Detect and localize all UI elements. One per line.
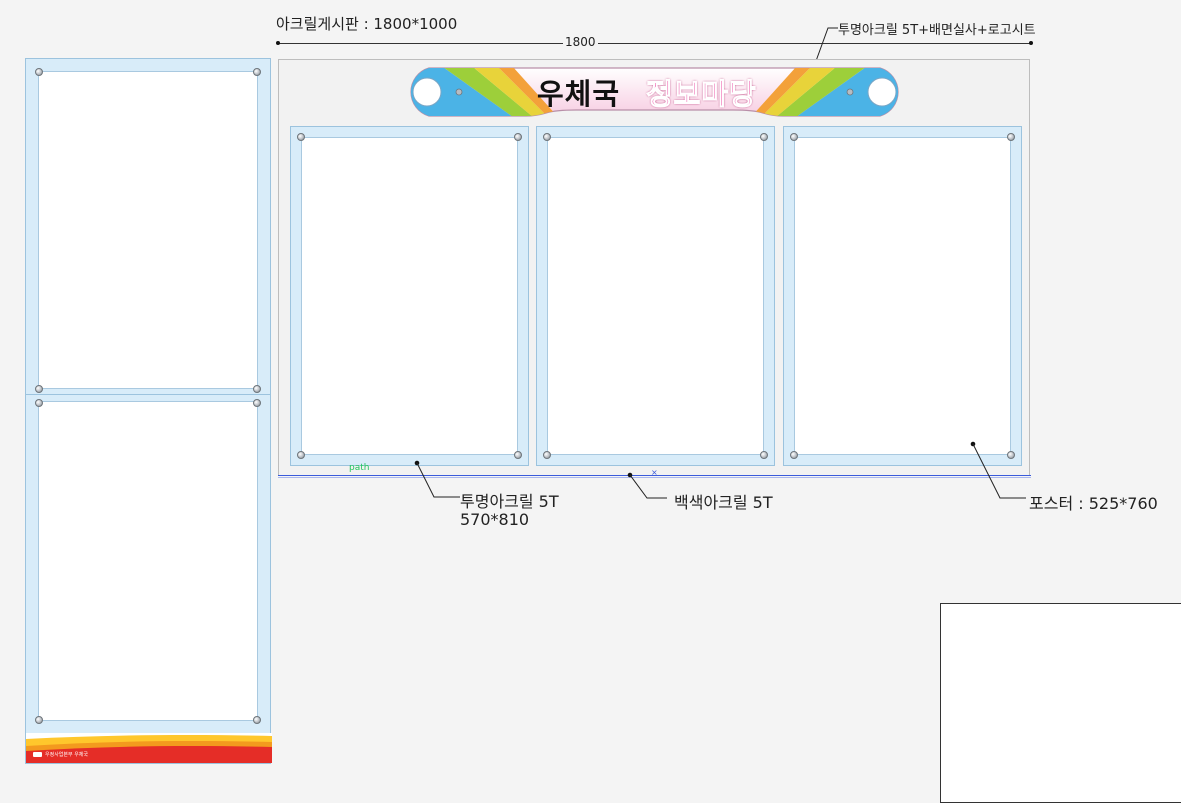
screw-icon (1007, 133, 1015, 141)
screw-icon (35, 716, 43, 724)
clear-acrylic-label: 투명아크릴 5T (460, 492, 559, 511)
screw-icon (514, 133, 522, 141)
screw-icon (790, 133, 798, 141)
poster-panel-2 (536, 126, 775, 466)
screw-icon (35, 68, 43, 76)
screw-icon (543, 133, 551, 141)
stand-divider (26, 394, 270, 395)
screw-icon (253, 385, 261, 393)
side-stand: 우정사업본부 우체국 (25, 58, 272, 764)
blank-frame (940, 603, 1181, 803)
dimension-end-dot (1029, 41, 1033, 45)
stand-lower-panel (38, 401, 258, 721)
stand-color-stripes (26, 733, 272, 763)
screw-icon (35, 399, 43, 407)
post-logo-icon (33, 752, 42, 757)
acrylic-board: 우체국 정보마당 (278, 59, 1030, 476)
screw-icon (514, 451, 522, 459)
screw-icon (297, 451, 305, 459)
white-acrylic-leader (627, 472, 667, 499)
screw-icon (790, 451, 798, 459)
sign-word-info-yard: 정보마당 (646, 77, 757, 112)
screw-icon (760, 133, 768, 141)
poster-area (794, 137, 1011, 455)
screw-icon (253, 68, 261, 76)
dimension-start-dot (276, 41, 280, 45)
stand-upper-panel (38, 71, 258, 389)
poster-panel-3 (783, 126, 1022, 466)
dimension-line (278, 43, 1031, 44)
poster-panel-1 (290, 126, 529, 466)
board-title: 아크릴게시판 : 1800*1000 (276, 15, 458, 33)
screw-icon (35, 385, 43, 393)
clear-acrylic-size: 570*810 (460, 510, 530, 529)
top-right-annotation: 투명아크릴 5T+배면실사+로고시트 (838, 23, 1036, 38)
clear-acrylic-leader (414, 460, 460, 498)
poster-area (547, 137, 764, 455)
screw-icon (253, 399, 261, 407)
poster-label: 포스터 : 525*760 (1029, 494, 1158, 513)
path-tag: path (349, 463, 370, 473)
sign-word-post-office: 우체국 (537, 77, 621, 111)
stand-logo-text: 우정사업본부 우체국 (45, 752, 88, 758)
header-sign: 우체국 정보마당 (403, 67, 906, 119)
poster-leader (970, 441, 1026, 499)
screw-icon (297, 133, 305, 141)
screw-icon (543, 451, 551, 459)
screw-icon (253, 716, 261, 724)
dimension-label: 1800 (563, 35, 598, 49)
white-acrylic-label: 백색아크릴 5T (674, 493, 773, 512)
screw-icon (760, 451, 768, 459)
poster-area (301, 137, 518, 455)
